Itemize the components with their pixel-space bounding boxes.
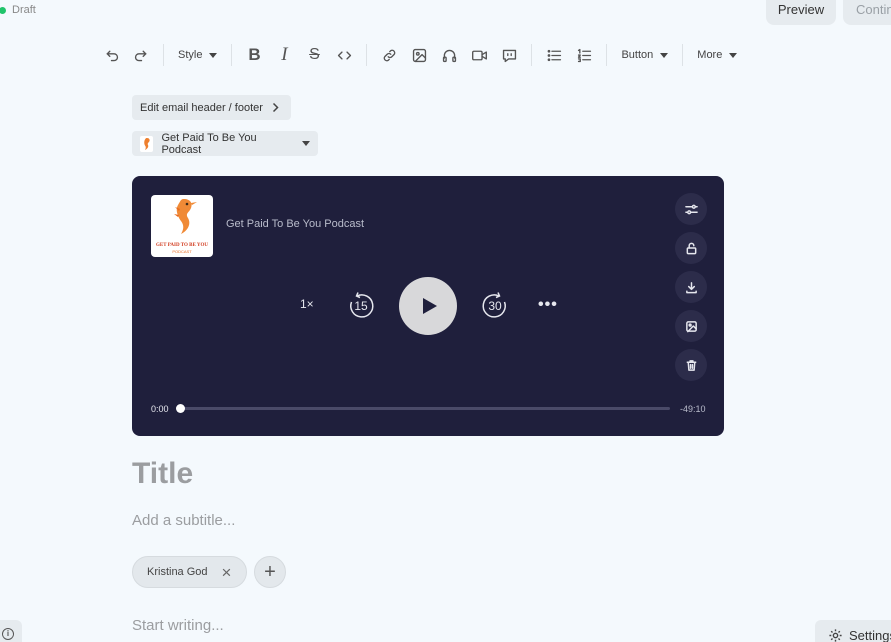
download-icon — [685, 281, 697, 293]
caret-down-icon — [729, 52, 738, 58]
button-dropdown-label: Button — [621, 49, 654, 61]
author-chip: Kristina God × — [132, 556, 247, 588]
image-icon — [685, 320, 697, 332]
podcast-selector[interactable]: Get Paid To Be You Podcast — [132, 131, 318, 156]
italic-icon[interactable]: I — [269, 40, 299, 70]
rewind-seconds: 15 — [354, 299, 368, 313]
post-subtitle-input[interactable]: Add a subtitle... — [132, 512, 235, 529]
strikethrough-glyph: S — [309, 46, 320, 63]
settings-label: Settings — [849, 627, 891, 642]
rewind-15-button[interactable]: 15 — [347, 291, 375, 319]
remaining-time: -49:10 — [680, 404, 706, 414]
seahorse-icon — [143, 137, 150, 150]
progress-knob[interactable] — [176, 404, 185, 413]
undo-icon[interactable] — [96, 40, 126, 70]
edit-header-footer-button[interactable]: Edit email header / footer — [132, 95, 291, 120]
status-label: Draft — [12, 4, 36, 16]
chevron-right-icon — [272, 102, 279, 113]
toolbar-divider — [682, 44, 684, 66]
more-dropdown[interactable]: More — [690, 40, 744, 70]
edit-header-footer-label: Edit email header / footer — [140, 101, 263, 114]
status-dot — [0, 6, 6, 14]
download-button[interactable] — [675, 271, 707, 303]
add-author-button[interactable]: + — [254, 556, 286, 588]
podcast-cover: GET PAID TO BE YOU PODCAST — [151, 195, 213, 257]
preview-button[interactable]: Preview — [766, 0, 836, 25]
more-options-icon[interactable]: ••• — [538, 296, 558, 314]
gear-icon — [829, 628, 842, 642]
podcast-thumbnail — [140, 135, 154, 152]
quote-icon[interactable] — [494, 40, 524, 70]
caret-down-icon — [302, 141, 310, 146]
numbered-list-icon[interactable] — [569, 40, 599, 70]
unlock-button[interactable] — [675, 232, 707, 264]
cover-subtitle: PODCAST — [172, 249, 192, 254]
delete-button[interactable] — [675, 349, 707, 381]
audio-settings-button[interactable] — [675, 193, 707, 225]
toolbar-divider — [366, 44, 368, 66]
style-dropdown[interactable]: Style — [171, 40, 224, 70]
toolbar-divider — [163, 44, 164, 66]
current-time: 0:00 — [151, 404, 169, 414]
sliders-icon — [684, 204, 698, 214]
post-body-input[interactable]: Start writing... — [132, 617, 224, 634]
link-icon[interactable] — [374, 40, 404, 70]
replace-image-button[interactable] — [675, 310, 707, 342]
formatting-toolbar: Style B I S Button More — [96, 40, 744, 70]
video-icon[interactable] — [464, 40, 494, 70]
post-title-input[interactable]: Title — [132, 457, 193, 491]
author-name: Kristina God — [147, 566, 208, 578]
seahorse-logo — [174, 199, 197, 234]
toolbar-divider — [531, 44, 533, 66]
draft-status: Draft — [0, 4, 36, 16]
unlock-icon — [686, 242, 696, 254]
player-title: Get Paid To Be You Podcast — [226, 218, 365, 230]
button-dropdown[interactable]: Button — [614, 40, 675, 70]
play-icon — [423, 298, 437, 314]
podcast-player: GET PAID TO BE YOU PODCAST Get Paid To B… — [132, 176, 724, 436]
toolbar-divider — [231, 44, 233, 66]
info-icon: i — [2, 628, 14, 640]
continue-button[interactable]: Contin — [843, 0, 891, 25]
redo-icon[interactable] — [126, 40, 156, 70]
progress-track[interactable] — [176, 404, 670, 413]
caret-down-icon — [209, 52, 218, 58]
settings-button[interactable]: Settings — [815, 620, 891, 642]
bold-glyph: B — [248, 45, 261, 64]
toolbar-divider — [606, 44, 608, 66]
podcast-selector-label: Get Paid To Be You Podcast — [161, 131, 257, 156]
italic-glyph: I — [281, 44, 288, 65]
style-dropdown-label: Style — [178, 49, 203, 61]
forward-seconds: 30 — [488, 299, 502, 313]
code-icon[interactable] — [329, 40, 359, 70]
strikethrough-icon[interactable]: S — [299, 40, 329, 70]
bold-icon[interactable]: B — [239, 40, 269, 70]
remove-author-icon[interactable]: × — [222, 564, 232, 581]
info-button[interactable]: i — [0, 620, 22, 642]
audio-icon[interactable] — [434, 40, 464, 70]
image-icon[interactable] — [404, 40, 434, 70]
caret-down-icon — [660, 52, 669, 58]
forward-30-button[interactable]: 30 — [481, 291, 509, 319]
trash-icon — [686, 359, 696, 371]
more-dropdown-label: More — [697, 49, 723, 61]
playback-speed-button[interactable]: 1× — [300, 297, 314, 311]
play-button[interactable] — [399, 277, 457, 335]
bullet-list-icon[interactable] — [539, 40, 569, 70]
